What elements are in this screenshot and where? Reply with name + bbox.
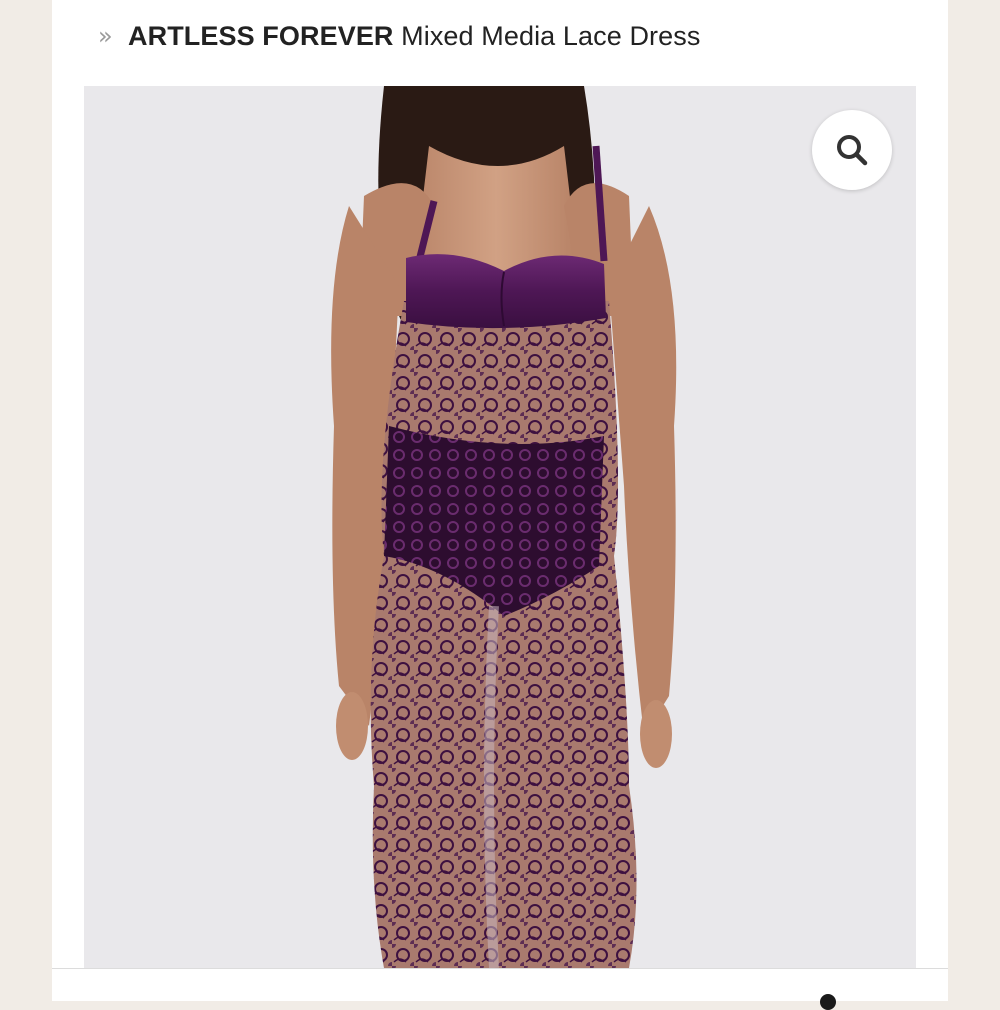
brand-name: ARTLESS FOREVER <box>128 20 394 51</box>
product-page: » ARTLESS FOREVER Mixed Media Lace Dress <box>52 0 948 1010</box>
bottom-panel <box>52 968 948 1010</box>
zoom-button[interactable] <box>812 110 892 190</box>
dress-photo-illustration <box>331 86 677 968</box>
search-icon <box>837 135 868 166</box>
breadcrumb: » ARTLESS FOREVER Mixed Media Lace Dress <box>98 16 928 56</box>
breadcrumb-chevron-icon: » <box>98 22 113 50</box>
product-image[interactable] <box>84 86 916 968</box>
carousel-dot[interactable] <box>820 994 836 1010</box>
product-name: Mixed Media Lace Dress <box>401 20 701 51</box>
product-title: ARTLESS FOREVER Mixed Media Lace Dress <box>128 21 700 52</box>
